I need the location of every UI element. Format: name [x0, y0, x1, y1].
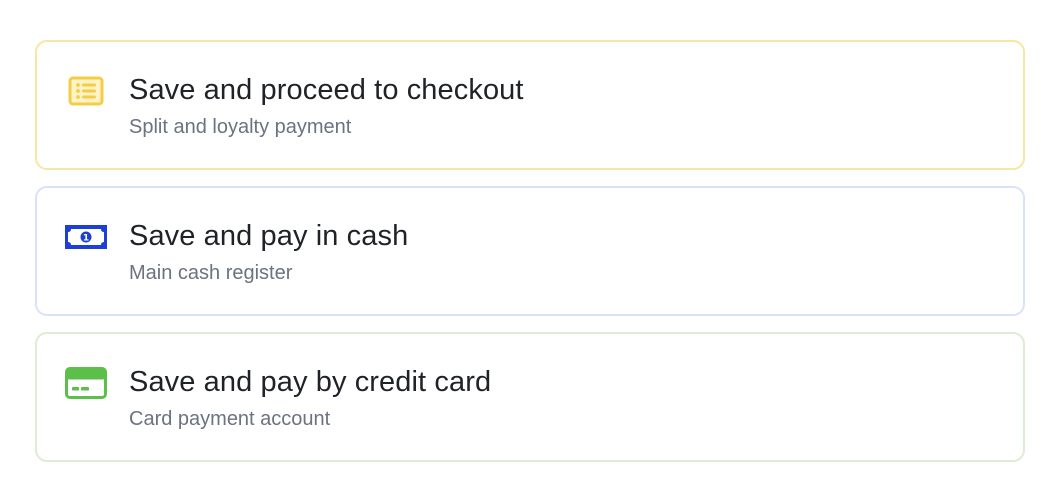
cash-option[interactable]: 1 Save and pay in cash Main cash registe… — [35, 186, 1025, 316]
cash-icon: 1 — [63, 218, 109, 256]
checkout-option-subtitle: Split and loyalty payment — [129, 116, 352, 138]
payment-options-list: Save and proceed to checkout Split and l… — [35, 40, 1025, 478]
checkout-option-title: Save and proceed to checkout — [129, 74, 524, 106]
credit-card-option-title: Save and pay by credit card — [129, 366, 492, 398]
cash-option-subtitle: Main cash register — [129, 262, 293, 284]
cash-icon-denomination: 1 — [83, 234, 89, 244]
checkout-option[interactable]: Save and proceed to checkout Split and l… — [35, 40, 1025, 170]
credit-card-icon — [63, 364, 109, 402]
credit-card-option-subtitle: Card payment account — [129, 408, 331, 430]
credit-card-option[interactable]: Save and pay by credit card Card payment… — [35, 332, 1025, 462]
list-icon — [63, 72, 109, 110]
cash-option-title: Save and pay in cash — [129, 220, 409, 252]
